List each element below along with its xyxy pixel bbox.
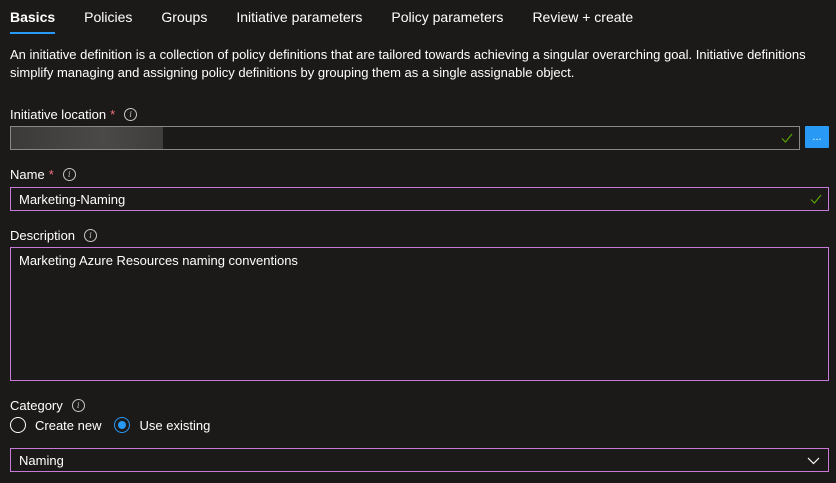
radio-label: Use existing xyxy=(139,417,211,433)
category-label: Category xyxy=(10,398,63,413)
category-radio-group: Create new Use existing xyxy=(10,417,223,433)
name-label-row: Name * i xyxy=(10,167,76,182)
checkmark-icon xyxy=(810,194,822,204)
tab-review-create[interactable]: Review + create xyxy=(532,0,633,34)
tab-initiative-parameters[interactable]: Initiative parameters xyxy=(236,0,362,34)
chevron-down-icon xyxy=(807,457,820,465)
category-dropdown[interactable]: Naming xyxy=(10,448,829,472)
category-label-row: Category i xyxy=(10,398,85,413)
tab-basics[interactable]: Basics xyxy=(10,0,56,34)
browse-location-button[interactable]: ... xyxy=(805,126,829,148)
required-mark: * xyxy=(48,167,54,182)
location-label-row: Initiative location * i xyxy=(10,107,138,122)
description-label: Description xyxy=(10,228,76,243)
redacted-location-value xyxy=(11,127,163,149)
radio-use-existing[interactable]: Use existing xyxy=(114,417,210,433)
tab-policies[interactable]: Policies xyxy=(84,0,132,34)
radio-button-unchecked[interactable] xyxy=(10,417,26,433)
tab-bar: Basics Policies Groups Initiative parame… xyxy=(10,0,662,34)
description-value: Marketing Azure Resources naming convent… xyxy=(19,253,298,268)
description-textarea[interactable]: Marketing Azure Resources naming convent… xyxy=(10,247,829,381)
tab-policy-parameters[interactable]: Policy parameters xyxy=(391,0,503,34)
tab-groups[interactable]: Groups xyxy=(161,0,207,34)
initiative-definition-form: Basics Policies Groups Initiative parame… xyxy=(0,0,836,483)
required-mark: * xyxy=(110,107,116,122)
name-value: Marketing-Naming xyxy=(19,192,126,207)
name-label: Name xyxy=(10,167,45,182)
category-selected-value: Naming xyxy=(19,453,64,468)
location-label: Initiative location xyxy=(10,107,107,122)
description-label-row: Description i xyxy=(10,228,98,243)
radio-label: Create new xyxy=(35,417,102,433)
intro-description: An initiative definition is a collection… xyxy=(10,47,806,80)
info-icon[interactable]: i xyxy=(124,108,138,121)
radio-button-checked[interactable] xyxy=(114,417,131,433)
initiative-location-field[interactable] xyxy=(10,126,800,150)
checkmark-icon xyxy=(781,133,793,143)
info-icon[interactable]: i xyxy=(71,399,85,412)
name-input[interactable]: Marketing-Naming xyxy=(10,187,829,211)
radio-create-new[interactable]: Create new xyxy=(10,417,101,433)
info-icon[interactable]: i xyxy=(84,229,98,242)
info-icon[interactable]: i xyxy=(62,168,76,181)
